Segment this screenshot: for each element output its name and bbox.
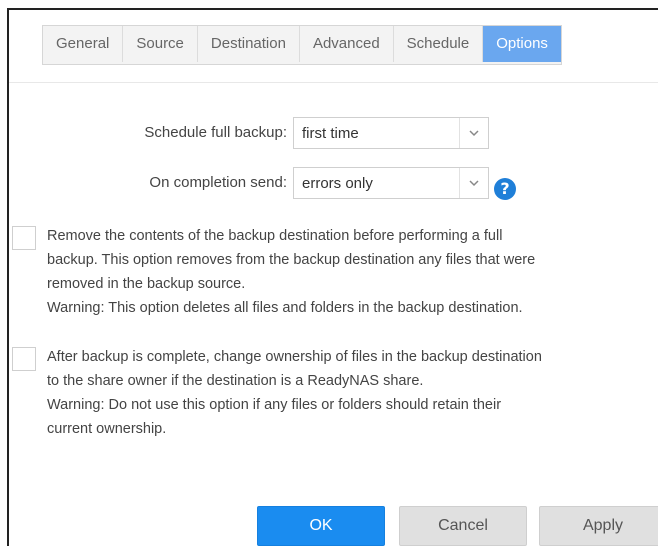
backup-options-dialog: General Source Destination Advanced Sche…: [7, 8, 658, 546]
chevron-down-icon: [459, 168, 488, 198]
on-completion-send-value: errors only: [302, 175, 373, 192]
change-ownership-checkbox[interactable]: [12, 347, 36, 371]
help-icon[interactable]: ?: [494, 178, 516, 200]
tab-options[interactable]: Options: [483, 26, 561, 62]
tab-destination[interactable]: Destination: [198, 26, 300, 62]
change-ownership-description: After backup is complete, change ownersh…: [47, 345, 637, 441]
schedule-full-backup-value: first time: [302, 125, 359, 142]
option-text-line: to the share owner if the destination is…: [47, 373, 424, 389]
option-text-line: Warning: Do not use this option if any f…: [47, 397, 502, 413]
option-text-line: removed in the backup source.: [47, 276, 246, 292]
tab-divider: [9, 82, 658, 83]
option-text-line: current ownership.: [47, 421, 167, 437]
option-text-line: Warning: This option deletes all files a…: [47, 300, 523, 316]
schedule-full-backup-select[interactable]: first time: [293, 117, 489, 149]
cancel-button[interactable]: Cancel: [399, 506, 527, 546]
on-completion-send-label: On completion send:: [149, 174, 287, 191]
option-text-line: Remove the contents of the backup destin…: [47, 228, 503, 244]
remove-contents-description: Remove the contents of the backup destin…: [47, 224, 637, 320]
ok-button[interactable]: OK: [257, 506, 385, 546]
chevron-down-icon: [459, 118, 488, 148]
tab-schedule[interactable]: Schedule: [394, 26, 484, 62]
schedule-full-backup-label: Schedule full backup:: [144, 124, 287, 141]
tab-advanced[interactable]: Advanced: [300, 26, 394, 62]
on-completion-send-select[interactable]: errors only: [293, 167, 489, 199]
option-text-line: backup. This option removes from the bac…: [47, 252, 536, 268]
remove-contents-checkbox[interactable]: [12, 226, 36, 250]
apply-button[interactable]: Apply: [539, 506, 658, 546]
tab-source[interactable]: Source: [123, 26, 198, 62]
tab-bar: General Source Destination Advanced Sche…: [42, 25, 562, 65]
tab-general[interactable]: General: [43, 26, 124, 62]
option-text-line: After backup is complete, change ownersh…: [47, 349, 542, 365]
